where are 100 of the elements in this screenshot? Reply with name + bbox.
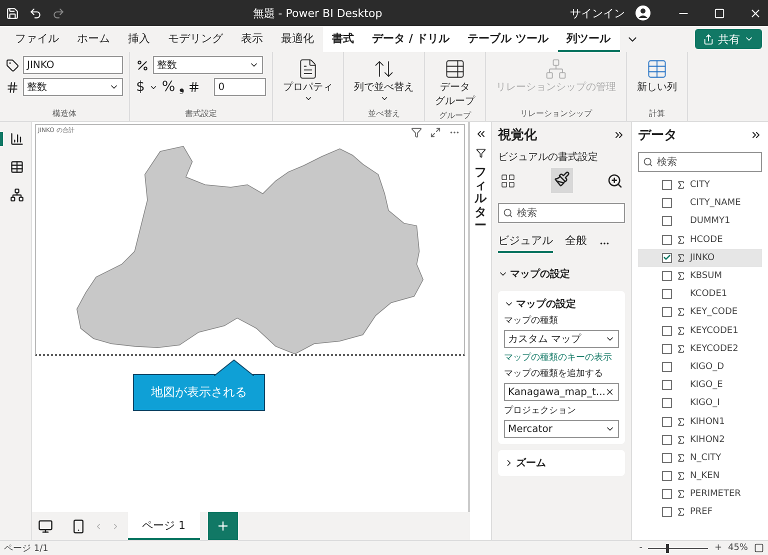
field-list-item[interactable]: KEY_CODE	[638, 303, 762, 322]
field-list-item[interactable]: HCODE	[638, 230, 762, 249]
ribbon-tab[interactable]: モデリング	[159, 26, 232, 52]
collapse-icon[interactable]	[474, 128, 486, 140]
properties-button[interactable]: プロパティ	[279, 56, 338, 105]
currency-button[interactable]: $	[136, 79, 145, 95]
checkbox[interactable]	[662, 180, 672, 190]
checkbox[interactable]	[662, 416, 672, 427]
field-list-item[interactable]: CITY_NAME	[638, 194, 762, 212]
map-file-field[interactable]: Kanagawa_map_t...	[504, 383, 619, 401]
card-header[interactable]: マップの設定	[504, 297, 619, 311]
ribbon-tab[interactable]: 書式	[323, 26, 363, 52]
checkbox[interactable]	[662, 198, 672, 208]
ribbon-tab[interactable]: 最適化	[272, 26, 323, 52]
data-type-dropdown[interactable]: 整数	[23, 78, 123, 96]
section-header[interactable]: マップの設定	[498, 267, 625, 281]
checkbox[interactable]	[662, 452, 672, 463]
undo-icon[interactable]	[29, 6, 42, 20]
field-list-item[interactable]: KEYCODE1	[638, 322, 762, 340]
ribbon-tab[interactable]: 列ツール	[558, 26, 620, 52]
name-field[interactable]: JINKO	[23, 56, 123, 74]
ribbon-tab[interactable]: データ / ドリル	[363, 26, 459, 52]
ribbon-tab[interactable]: ファイル	[6, 26, 68, 52]
add-page-button[interactable]	[208, 512, 238, 540]
focus-mode-icon[interactable]	[430, 127, 441, 138]
field-list-item[interactable]: CITY	[638, 176, 762, 194]
close-icon[interactable]	[605, 387, 615, 397]
filter-icon[interactable]	[411, 127, 422, 138]
checkbox[interactable]	[662, 344, 672, 354]
maximize-icon[interactable]	[714, 8, 725, 18]
checkbox[interactable]	[662, 398, 672, 408]
field-list-item[interactable]: KIGO_E	[638, 376, 762, 394]
checkbox[interactable]	[662, 380, 672, 390]
fit-to-page-icon[interactable]	[754, 543, 764, 553]
expand-icon[interactable]	[750, 129, 762, 141]
search-field[interactable]: 検索	[498, 203, 625, 223]
data-groups-button[interactable]: データ グループ	[431, 56, 480, 110]
format-tab[interactable]: 全般	[565, 233, 587, 253]
format-visual-tab[interactable]	[550, 168, 572, 193]
comma-button[interactable]: ❟	[179, 79, 184, 95]
mobile-layout-icon[interactable]	[71, 518, 86, 534]
checkbox[interactable]	[662, 252, 672, 263]
sigma-icon	[676, 180, 686, 190]
checkbox[interactable]	[662, 489, 672, 500]
map-type-dropdown[interactable]: カスタム マップ	[504, 330, 619, 348]
field-list-item[interactable]: KIGO_D	[638, 358, 762, 376]
checkbox[interactable]	[662, 326, 672, 336]
sigma-icon	[676, 344, 686, 354]
checkbox[interactable]	[662, 216, 672, 226]
filters-pane-label[interactable]: フィルター	[474, 166, 486, 232]
checkbox[interactable]	[662, 289, 672, 300]
card-header[interactable]: ズーム	[504, 456, 619, 470]
checkbox[interactable]	[662, 471, 672, 482]
field-list-item[interactable]: PREF	[638, 503, 762, 522]
expand-icon[interactable]	[613, 129, 625, 141]
checkbox[interactable]	[662, 271, 672, 282]
field-list-item[interactable]: KIHON1	[638, 412, 762, 431]
build-visual-icon[interactable]	[500, 172, 516, 188]
analytics-icon[interactable]	[607, 172, 623, 188]
field-list-item[interactable]: KIGO_I	[638, 394, 762, 412]
checkbox[interactable]	[662, 362, 672, 372]
zoom-in-button[interactable]: +	[714, 543, 722, 553]
desktop-layout-icon[interactable]	[38, 518, 53, 534]
search-field[interactable]: 検索	[638, 152, 762, 172]
close-icon[interactable]	[749, 6, 762, 20]
share-button[interactable]: 共有	[695, 29, 762, 49]
field-list-item[interactable]: KBSUM	[638, 266, 762, 286]
checkbox[interactable]	[662, 434, 672, 445]
page-tab[interactable]: ページ 1	[128, 512, 200, 540]
field-list-item[interactable]: JINKO	[638, 248, 762, 267]
projection-dropdown[interactable]: Mercator	[504, 420, 619, 438]
format-dropdown[interactable]: 整数	[153, 56, 263, 74]
decimals-field[interactable]: 0	[214, 78, 266, 96]
field-list-item[interactable]: KCODE1	[638, 285, 762, 304]
format-tab[interactable]: ビジュアル	[498, 233, 553, 253]
new-column-button[interactable]: 新しい列	[633, 56, 682, 96]
field-list-item[interactable]: N_CITY	[638, 448, 762, 467]
field-list-item[interactable]: PERIMETER	[638, 485, 762, 504]
sigma-icon	[676, 471, 686, 482]
ribbon-tab[interactable]: ホーム	[68, 26, 119, 52]
decimal-icon[interactable]	[188, 81, 200, 93]
ribbon-tab[interactable]: テーブル ツール	[458, 26, 558, 52]
ribbon-tab[interactable]: 挿入	[119, 26, 159, 52]
field-list-item[interactable]: N_KEN	[638, 467, 762, 486]
ribbon-tab[interactable]: 表示	[232, 26, 272, 52]
slider-thumb[interactable]	[666, 544, 670, 552]
zoom-out-button[interactable]: -	[639, 543, 642, 553]
checkbox[interactable]	[662, 507, 672, 518]
checkbox[interactable]	[662, 234, 672, 245]
sign-in-link[interactable]: サインイン	[570, 6, 625, 20]
map-keys-link[interactable]: マップの種類のキーの表示	[504, 351, 619, 364]
table-icon	[444, 58, 466, 80]
field-list-item[interactable]: KIHON2	[638, 430, 762, 449]
redo-icon[interactable]	[52, 6, 65, 20]
field-list-item[interactable]: DUMMY1	[638, 212, 762, 231]
percent-button[interactable]: %	[162, 79, 176, 95]
save-icon[interactable]	[6, 6, 19, 20]
field-list-item[interactable]: KEYCODE2	[638, 340, 762, 358]
checkbox[interactable]	[662, 307, 672, 318]
sort-by-column-button[interactable]: 列で並べ替え	[350, 56, 418, 105]
